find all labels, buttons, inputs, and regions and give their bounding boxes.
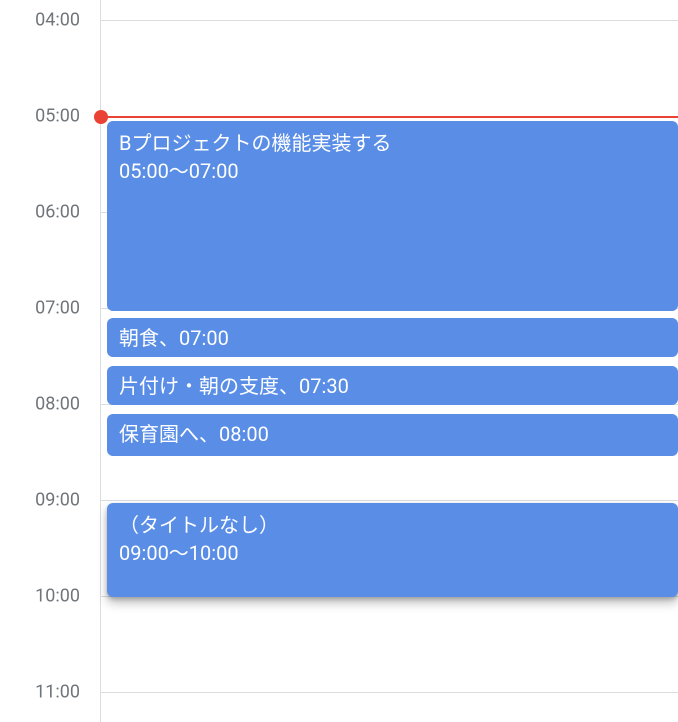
event-time: 05:00～07:00	[119, 157, 666, 185]
time-label: 11:00	[35, 682, 80, 703]
event-title: （タイトルなし）	[119, 511, 666, 539]
current-time-indicator	[101, 116, 678, 118]
time-gutter: 04:00 05:00 06:00 07:00 08:00 09:00 10:00 11:00	[0, 0, 100, 722]
time-label: 06:00	[35, 202, 80, 223]
time-label: 09:00	[35, 490, 80, 511]
time-label: 04:00	[35, 10, 80, 31]
time-label: 07:00	[35, 298, 80, 319]
event-title: 片付け・朝の支度、07:30	[119, 372, 666, 400]
event-title: 朝食、07:00	[119, 324, 666, 352]
time-label: 08:00	[35, 394, 80, 415]
calendar-event[interactable]: Bプロジェクトの機能実装する05:00～07:00	[107, 121, 678, 311]
calendar-event[interactable]: （タイトルなし）09:00～10:00	[107, 503, 678, 597]
event-title: Bプロジェクトの機能実装する	[119, 129, 666, 157]
calendar-event[interactable]: 片付け・朝の支度、07:30	[107, 366, 678, 406]
hour-gridline	[101, 20, 678, 21]
time-label: 05:00	[35, 106, 80, 127]
hour-gridline	[101, 500, 678, 501]
calendar-event[interactable]: 朝食、07:00	[107, 318, 678, 358]
time-label: 10:00	[35, 586, 80, 607]
hour-gridline	[101, 692, 678, 693]
event-title: 保育園へ、08:00	[119, 420, 666, 448]
calendar-grid[interactable]: Bプロジェクトの機能実装する05:00～07:00 朝食、07:00 片付け・朝の支…	[100, 0, 678, 722]
event-time: 09:00～10:00	[119, 539, 666, 567]
calendar-day-view: 04:00 05:00 06:00 07:00 08:00 09:00 10:00 11:00…	[0, 0, 678, 722]
current-time-dot-icon	[94, 110, 108, 124]
calendar-event[interactable]: 保育園へ、08:00	[107, 414, 678, 457]
